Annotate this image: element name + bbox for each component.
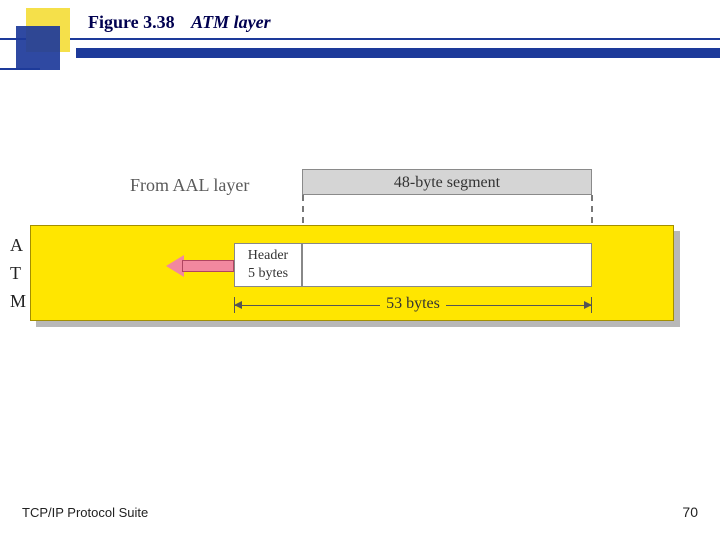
cell-length-dimension: 53 bytes [234,297,592,315]
figure-subtitle: ATM layer [191,12,271,32]
footer-source: TCP/IP Protocol Suite [22,505,148,520]
atm-payload-box [302,243,592,287]
atm-letter-m: M [10,291,26,312]
header-label-line2: 5 bytes [235,265,301,283]
atm-letter-t: T [10,263,21,284]
page-number: 70 [682,504,698,520]
figure-number: Figure 3.38 [88,12,175,32]
header-label-line1: Header [235,247,301,265]
figure-title: Figure 3.38 ATM layer [88,12,271,33]
segment-label: 48-byte segment [394,174,500,191]
output-arrow [166,255,234,277]
from-aal-label: From AAL layer [130,175,249,196]
atm-header-box: Header 5 bytes [234,243,302,287]
atm-letter-a: A [10,235,23,256]
segment-box: 48-byte segment [302,169,592,195]
cell-length-label: 53 bytes [380,295,446,312]
atm-layer-diagram: From AAL layer 48-byte segment A T M Hea… [10,175,710,375]
